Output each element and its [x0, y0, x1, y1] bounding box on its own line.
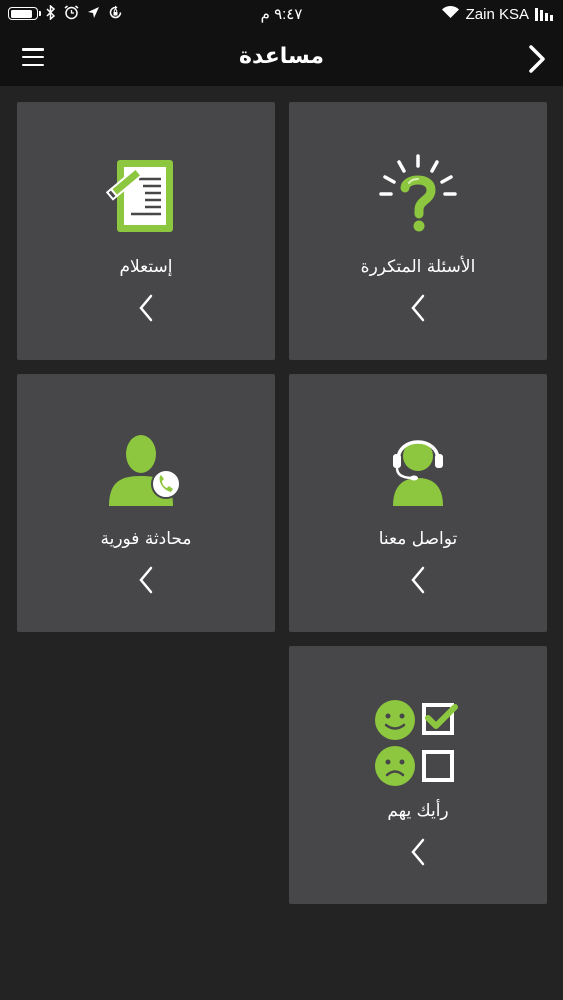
- lightbulb-question-icon: [289, 152, 547, 242]
- tile-contact[interactable]: تواصل معنا: [289, 374, 547, 632]
- chevron-left-icon: [17, 566, 275, 594]
- tile-faq[interactable]: الأسئلة المتكررة: [289, 102, 547, 360]
- tile-chat[interactable]: محادثة فورية: [17, 374, 275, 632]
- wifi-icon: [441, 5, 460, 23]
- tile-label-contact: تواصل معنا: [378, 529, 458, 549]
- chevron-left-icon: [289, 294, 547, 322]
- tile-label-inquiry: إستعلام: [119, 257, 173, 277]
- feedback-faces-icon: [289, 696, 547, 786]
- back-chevron-icon[interactable]: [525, 44, 549, 74]
- carrier-name: Zain KSA: [465, 5, 529, 23]
- tile-label-chat: محادثة فورية: [100, 529, 192, 549]
- tile-opinion[interactable]: رأيك يهم: [289, 646, 547, 904]
- status-bar: ٩:٤٧ م Zain KSA: [0, 0, 563, 30]
- tile-label-faq: الأسئلة المتكررة: [360, 257, 476, 277]
- chevron-left-icon: [289, 566, 547, 594]
- chevron-left-icon: [289, 838, 547, 866]
- signal-strength-icon: [535, 7, 553, 21]
- chevron-left-icon: [17, 294, 275, 322]
- document-pen-icon: [17, 152, 275, 242]
- tile-label-opinion: رأيك يهم: [387, 801, 449, 821]
- page-title: مساعدة: [239, 44, 324, 69]
- headset-agent-icon: [289, 424, 547, 514]
- status-right-group: Zain KSA: [441, 5, 553, 23]
- person-phone-icon: [17, 424, 275, 514]
- nav-bar: مساعدة: [0, 30, 563, 86]
- tile-inquiry[interactable]: إستعلام: [17, 102, 275, 360]
